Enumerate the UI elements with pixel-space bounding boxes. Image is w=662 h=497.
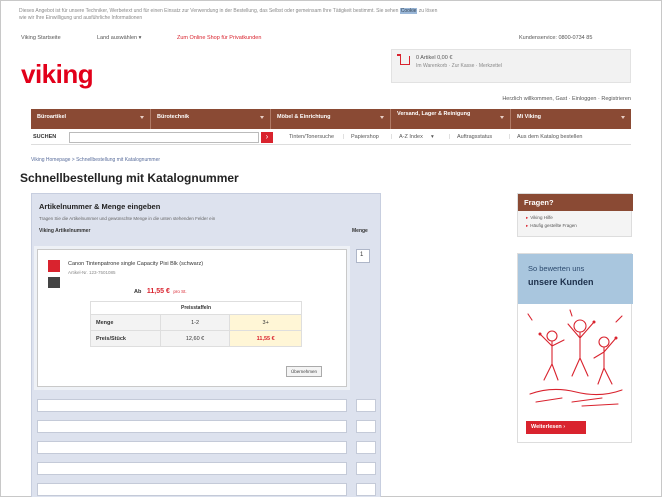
chevron-down-icon <box>380 116 384 119</box>
nav-item-label: Büroartikel <box>37 114 67 120</box>
product-thumbnail <box>48 260 60 288</box>
country-select-label: Land auswählen <box>97 35 138 41</box>
article-number-input[interactable] <box>37 420 347 433</box>
quicklink-auftragsstatus[interactable]: Auftragsstatus <box>457 134 492 140</box>
quantity-label: Menge <box>90 314 161 331</box>
search-row: SUCHEN › Tinten/Tonersuche | Papiershop … <box>31 129 631 145</box>
price-tier-header: Preisstaffeln <box>90 301 302 315</box>
search-label: SUCHEN <box>33 134 57 140</box>
article-number: Artikel-Nr. 123-7501085 <box>68 270 116 275</box>
cart-links[interactable]: Im Warenkorb · Zur Kasse · Merkzettel <box>416 63 502 69</box>
column-header-quantity: Menge <box>352 228 368 234</box>
promo-link[interactable]: Zum Online Shop für Privatkunden <box>177 35 261 41</box>
table-row: Menge 1-2 3+ <box>90 314 302 331</box>
home-link[interactable]: Viking Startseite <box>21 35 61 41</box>
tier-2-quantity: 3+ <box>229 314 302 331</box>
article-number-input[interactable] <box>37 441 347 454</box>
nav-item-label: Versand, Lager & Reinigung <box>397 111 471 117</box>
quicklink-papiershop[interactable]: Papiershop <box>351 134 379 140</box>
read-more-button[interactable]: Weiterlesen › <box>526 421 586 434</box>
nav-item-versand[interactable]: Versand, Lager & Reinigung <box>391 109 511 129</box>
unit-price-label: Preis/Stück <box>90 330 161 347</box>
help-box: Fragen? Viking Hilfe Häufig gestellte Fr… <box>517 193 633 237</box>
divider: | <box>343 134 345 140</box>
help-link[interactable]: Viking Hilfe <box>526 215 552 221</box>
divider: | <box>509 134 511 140</box>
cookie-highlight[interactable]: Cookie <box>399 8 418 14</box>
article-result-card: Canon Tintenpatrone single Capacity Pixi… <box>37 249 347 387</box>
cart-icon <box>397 54 410 65</box>
faq-link[interactable]: Häufig gestellte Fragen <box>526 223 577 229</box>
cart-summary: 0 Artikel 0,00 € <box>416 55 453 61</box>
tier-2-price: 11,55 € <box>229 330 302 347</box>
price-tier-table: Preisstaffeln Menge 1-2 3+ Preis/Stück 1… <box>90 301 302 347</box>
chevron-down-icon <box>140 116 144 119</box>
page-frame: Dieses Angebot ist für unsere Techniker,… <box>0 0 662 497</box>
quicklink-az-index[interactable]: A-Z Index <box>399 134 423 140</box>
article-number-input[interactable] <box>37 462 347 475</box>
nav-item-label: Möbel & Einrichtung <box>277 114 331 120</box>
article-price-row: Ab 11,55 € pro St. <box>134 288 187 295</box>
chevron-down-icon <box>500 116 504 119</box>
cookie-notice: Dieses Angebot ist für unsere Techniker,… <box>19 8 641 22</box>
viking-logo[interactable]: viking <box>21 59 94 90</box>
divider: | <box>391 134 393 140</box>
chevron-down-icon <box>260 116 264 119</box>
article-number-input[interactable] <box>37 483 347 496</box>
cookie-text-line2: wie wir Ihre Einwilligung und ausführlic… <box>19 15 143 21</box>
review-header: So bewerten uns unsere Kunden <box>518 254 633 304</box>
divider: | <box>449 134 451 140</box>
column-header-article: Viking Artikelnummer <box>39 228 91 234</box>
chevron-down-icon <box>621 116 625 119</box>
nav-item-moebel[interactable]: Möbel & Einrichtung <box>271 109 391 129</box>
quicklink-katalog-bestellen[interactable]: Aus dem Katalog bestellen <box>517 134 582 140</box>
quantity-input[interactable]: 1 <box>356 249 370 263</box>
product-image-icon <box>48 260 60 272</box>
customer-service-number: Kundenservice: 0800-0734 85 <box>519 35 593 41</box>
article-price: 11,55 € <box>146 288 170 295</box>
user-links[interactable]: Herzlich willkommen, Gast · Einloggen · … <box>431 96 631 102</box>
review-heading-line1: So bewerten uns <box>528 264 585 273</box>
quantity-input[interactable] <box>356 399 376 412</box>
cart-box[interactable]: 0 Artikel 0,00 € Im Warenkorb · Zur Kass… <box>391 49 631 83</box>
tier-1-price: 12,60 € <box>159 330 231 347</box>
help-title: Fragen? <box>518 194 633 211</box>
apply-button[interactable]: Übernehmen <box>286 366 322 377</box>
quantity-input[interactable] <box>356 420 376 433</box>
search-button[interactable]: › <box>261 132 273 143</box>
price-prefix: Ab <box>134 289 142 295</box>
review-heading-line2: unsere Kunden <box>528 277 594 287</box>
search-input[interactable] <box>69 132 259 143</box>
nav-item-mi-viking[interactable]: Mi Viking <box>511 109 631 129</box>
panel-instructions: Tragen Sie die Artikelnummer und gewünsc… <box>39 216 216 221</box>
breadcrumb[interactable]: Viking Homepage > Schnellbestellung mit … <box>31 157 160 163</box>
cookie-text: Dieses Angebot ist für unsere Techniker,… <box>19 8 399 14</box>
quantity-input[interactable] <box>356 483 376 496</box>
nav-item-label: Mi Viking <box>517 114 542 120</box>
quantity-input[interactable] <box>356 441 376 454</box>
tier-1-quantity: 1-2 <box>159 314 231 331</box>
nav-item-label: Bürotechnik <box>157 114 190 120</box>
nav-item-bueroartikel[interactable]: Büroartikel <box>31 109 151 129</box>
cookie-text-end: zu lösen <box>418 8 438 14</box>
article-name[interactable]: Canon Tintenpatrone single Capacity Pixi… <box>68 261 203 267</box>
nav-item-buerotechnik[interactable]: Bürotechnik <box>151 109 271 129</box>
table-row: Preis/Stück 12,60 € 11,55 € <box>90 330 302 347</box>
article-number-input[interactable] <box>37 399 347 412</box>
customer-reviews-banner[interactable]: So bewerten uns unsere Kunden Weiterlese… <box>517 253 633 443</box>
chevron-down-icon[interactable]: ▾ <box>431 134 434 140</box>
price-unit: pro St. <box>173 289 187 294</box>
product-box-icon <box>48 277 60 288</box>
page-title: Schnellbestellung mit Katalognummer <box>20 171 239 185</box>
country-select[interactable]: Land auswählen ▾ <box>97 35 141 41</box>
top-navigation: Viking Startseite Land auswählen ▾ Zum O… <box>19 33 641 45</box>
panel-title: Artikelnummer & Menge eingeben <box>39 202 161 211</box>
quantity-input[interactable] <box>356 462 376 475</box>
quicklink-tintensuche[interactable]: Tinten/Tonersuche <box>289 134 334 140</box>
main-navigation: Büroartikel Bürotechnik Möbel & Einricht… <box>31 109 631 129</box>
celebrating-people-illustration <box>527 309 623 407</box>
